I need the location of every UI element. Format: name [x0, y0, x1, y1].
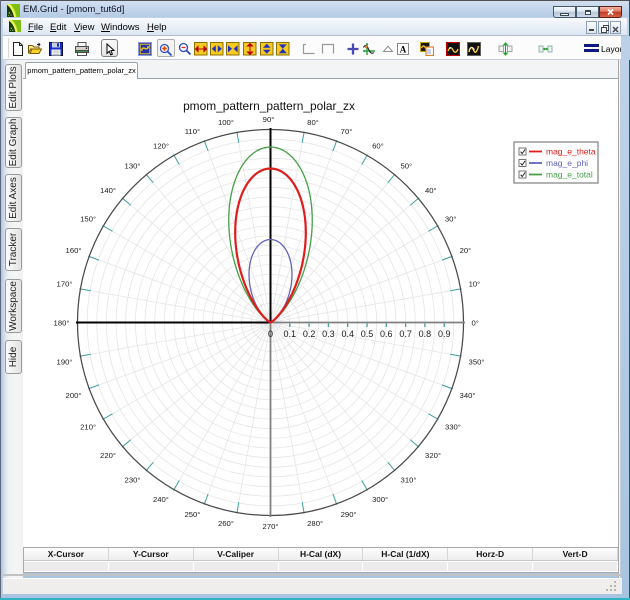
svg-text:0: 0	[268, 329, 273, 339]
svg-text:200°: 200°	[66, 391, 82, 400]
svg-text:300°: 300°	[372, 495, 388, 504]
svg-text:140°: 140°	[100, 186, 116, 195]
svg-text:130°: 130°	[125, 162, 141, 171]
svg-text:240°: 240°	[153, 495, 169, 504]
svg-text:40°: 40°	[425, 186, 437, 195]
svg-text:210°: 210°	[80, 422, 96, 431]
svg-text:30°: 30°	[445, 214, 457, 223]
svg-text:230°: 230°	[125, 475, 141, 484]
svg-text:0.8: 0.8	[419, 329, 432, 339]
svg-text:320°: 320°	[425, 451, 441, 460]
svg-text:190°: 190°	[57, 358, 73, 367]
svg-text:0.6: 0.6	[380, 329, 393, 339]
svg-text:10°: 10°	[469, 279, 481, 288]
svg-text:250°: 250°	[184, 510, 200, 519]
svg-text:290°: 290°	[341, 510, 357, 519]
svg-text:110°: 110°	[185, 127, 200, 136]
svg-text:A: A	[400, 45, 407, 55]
svg-text:0.1: 0.1	[284, 329, 297, 339]
svg-text:0°: 0°	[472, 318, 479, 327]
svg-text:0.3: 0.3	[322, 329, 335, 339]
svg-text:310°: 310°	[401, 475, 417, 484]
svg-text:330°: 330°	[445, 422, 461, 431]
svg-text:270°: 270°	[263, 522, 279, 531]
svg-text:mag_e_phi: mag_e_phi	[546, 158, 588, 168]
svg-text:180°: 180°	[54, 318, 70, 327]
svg-text:80°: 80°	[307, 118, 319, 127]
svg-text:260°: 260°	[218, 519, 234, 528]
svg-text:150°: 150°	[80, 214, 96, 223]
svg-text:100°: 100°	[218, 118, 234, 127]
svg-text:70°: 70°	[341, 127, 353, 136]
svg-text:0.2: 0.2	[303, 329, 316, 339]
svg-text:pmom_pattern_pattern_polar_zx: pmom_pattern_pattern_polar_zx	[183, 99, 355, 113]
svg-text:20°: 20°	[460, 246, 472, 255]
svg-text:160°: 160°	[66, 246, 82, 255]
svg-text:0.4: 0.4	[341, 329, 354, 339]
svg-text:350°: 350°	[469, 358, 485, 367]
svg-text:0.7: 0.7	[399, 329, 412, 339]
svg-text:mag_e_theta: mag_e_theta	[546, 147, 596, 157]
svg-text:120°: 120°	[153, 142, 169, 151]
svg-text:0.5: 0.5	[361, 329, 374, 339]
svg-text:90°: 90°	[263, 115, 275, 124]
svg-text:60°: 60°	[372, 142, 384, 151]
svg-text:mag_e_total: mag_e_total	[546, 170, 593, 180]
svg-text:280°: 280°	[307, 519, 323, 528]
svg-text:0.9: 0.9	[438, 329, 451, 339]
svg-text:170°: 170°	[57, 279, 73, 288]
svg-text:50°: 50°	[400, 162, 412, 171]
svg-text:220°: 220°	[100, 451, 116, 460]
svg-text:340°: 340°	[460, 391, 476, 400]
